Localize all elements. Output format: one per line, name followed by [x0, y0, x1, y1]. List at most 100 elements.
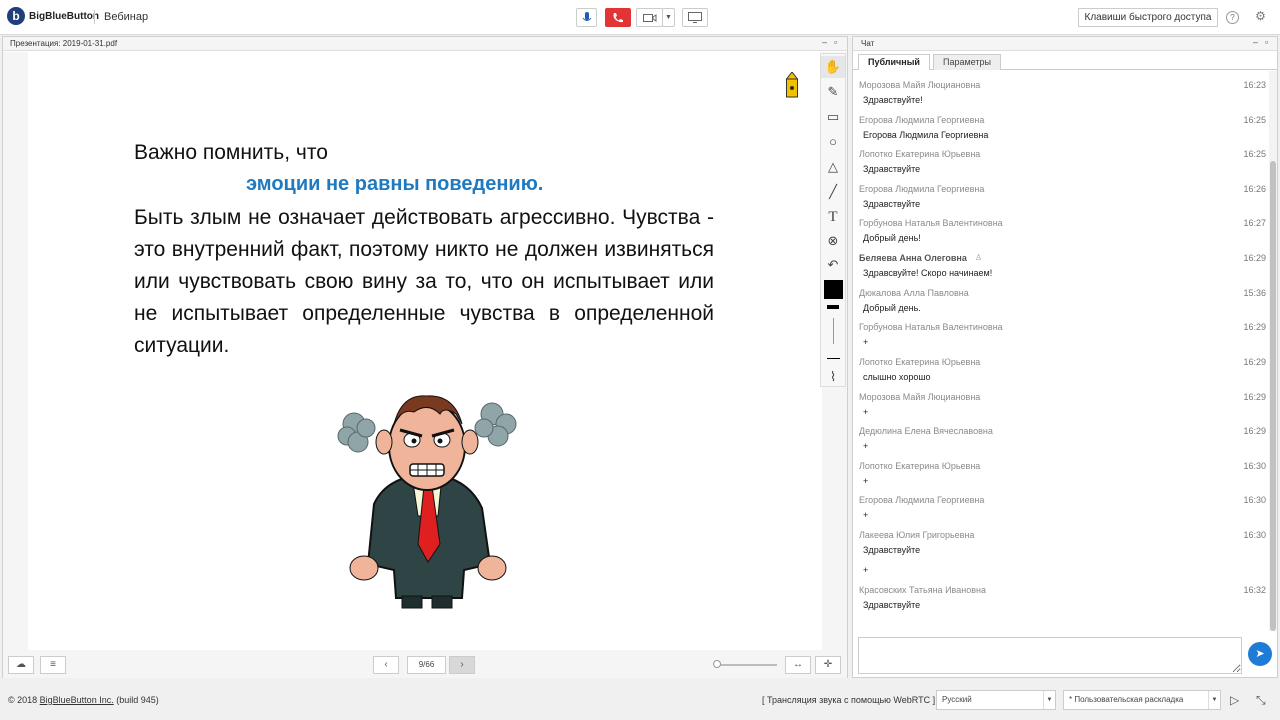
chat-message-input[interactable]	[858, 637, 1242, 674]
brand-name: BigBlueButton	[29, 11, 99, 22]
hangup-audio-button[interactable]	[605, 8, 631, 27]
message-time: 16:26	[1243, 184, 1266, 194]
slide-area: Важно помнить, что эмоции не равны повед…	[3, 52, 847, 650]
maximize-icon[interactable]: ▫	[1265, 37, 1268, 47]
camera-options-dropdown[interactable]: ▼	[662, 8, 675, 27]
language-select[interactable]: Русский ▼	[936, 690, 1056, 710]
desktop-icon	[688, 12, 702, 23]
tab-options[interactable]: Параметры	[933, 54, 1001, 70]
chevron-down-icon: ▼	[1043, 691, 1055, 709]
microphone-icon	[582, 12, 591, 21]
chat-title: Чат	[861, 39, 875, 48]
triangle-tool-icon[interactable]: △	[821, 156, 845, 178]
pencil-tool-icon[interactable]: ✎	[821, 81, 845, 103]
language-value: Русский	[942, 695, 972, 704]
tab-public[interactable]: Публичный	[858, 54, 930, 70]
slide-canvas[interactable]: Важно помнить, что эмоции не равны повед…	[28, 52, 822, 650]
presentation-title: Презентация: 2019-01-31.pdf	[10, 39, 118, 48]
maximize-icon[interactable]: ▫	[834, 37, 837, 47]
message-time: 16:29	[1243, 253, 1266, 263]
zoom-slider-knob[interactable]	[713, 660, 721, 668]
moderator-icon: ♙	[975, 253, 983, 262]
sender-name: Лопотко Екатерина Юрьевна	[859, 149, 981, 159]
fullscreen-icon[interactable]: ✛	[815, 656, 841, 674]
fit-width-icon[interactable]: ↔	[785, 656, 811, 674]
chat-tabs: Публичный Параметры	[853, 52, 1277, 70]
meeting-title: Вебинар	[104, 11, 149, 23]
chevron-down-icon: ▼	[665, 14, 672, 21]
thickness-slider[interactable]	[833, 318, 834, 344]
clear-annotations-icon[interactable]: ⊗	[821, 230, 845, 252]
camera-button[interactable]	[636, 8, 663, 27]
scrollbar-thumb[interactable]	[1270, 161, 1276, 631]
line-tool-icon[interactable]: ╱	[821, 181, 845, 203]
presentation-header: Презентация: 2019-01-31.pdf ‒ ▫	[3, 37, 847, 51]
layout-expand-icon[interactable]: ⤡	[1256, 693, 1266, 708]
next-slide-button[interactable]: ›	[449, 656, 475, 674]
screenshare-button[interactable]	[682, 8, 708, 27]
multi-user-whiteboard-icon[interactable]: ⌇	[821, 366, 845, 388]
ellipse-tool-icon[interactable]: ○	[821, 131, 845, 153]
message-time: 16:27	[1243, 218, 1266, 228]
help-icon[interactable]: ?	[1226, 11, 1239, 24]
presentation-footer: ☁ ≡ ‹ 9/66 › ↔ ✛	[3, 650, 847, 678]
message-time: 16:25	[1243, 149, 1266, 159]
phone-icon	[613, 13, 623, 23]
rectangle-tool-icon[interactable]: ▭	[821, 106, 845, 128]
color-swatch[interactable]	[824, 280, 843, 299]
undo-icon[interactable]: ↶	[821, 254, 845, 276]
message-text: +	[863, 441, 869, 451]
sender-name: Лопотко Екатерина Юрьевна	[859, 357, 981, 367]
message-text: +	[863, 510, 869, 520]
angry-man-illustration	[314, 384, 540, 616]
message-text: Здравсвуйте! Скоро начинаем!	[863, 268, 993, 278]
sender-name: Дедюлина Елена Вячеславовна	[859, 426, 993, 436]
page-indicator[interactable]: 9/66	[407, 656, 446, 674]
top-bar: b BigBlueButton Вебинар ▼ Клавиши быстро…	[0, 0, 1280, 35]
message-text: слышно хорошо	[863, 372, 931, 382]
sender-name: Морозова Майя Люциановна	[859, 80, 981, 90]
sender-name: Егорова Людмила Георгиевна	[859, 184, 985, 194]
previous-slide-button[interactable]: ‹	[373, 656, 399, 674]
upload-icon[interactable]: ☁	[8, 656, 34, 674]
layout-select[interactable]: * Пользовательская раскладка ▼	[1063, 690, 1221, 710]
layout-value: * Пользовательская раскладка	[1069, 695, 1184, 704]
sender-name: Егорова Людмила Георгиевна	[859, 115, 985, 125]
message-time: 16:23	[1243, 80, 1266, 90]
sender-name: Беляева Анна Олеговна	[859, 253, 967, 263]
company-link[interactable]: BigBlueButton Inc.	[40, 695, 114, 705]
message-time: 16:32	[1243, 585, 1266, 595]
message-text: Здравствуйте!	[863, 95, 923, 105]
chat-message-list: Морозова Майя Люциановна 16:23 Здравствуйт…	[853, 71, 1269, 631]
text-tool-icon[interactable]: T	[821, 206, 845, 228]
message-text: Добрый день.	[863, 303, 921, 313]
zoom-slider[interactable]	[717, 664, 777, 666]
sender-name: Лакеева Юлия Григорьевна	[859, 530, 975, 540]
apply-layout-icon[interactable]: ▷	[1230, 693, 1239, 707]
copyright: © 2018 BigBlueButton Inc. (build 945)	[8, 695, 159, 705]
gear-icon[interactable]: ⚙	[1254, 10, 1267, 24]
chat-scrollbar[interactable]	[1269, 71, 1277, 631]
audio-status: [ Трансляция звука с помощью WebRTC ]	[762, 695, 936, 705]
microphone-button[interactable]	[576, 8, 597, 27]
minimize-icon[interactable]: ‒	[822, 37, 827, 47]
camera-icon	[642, 14, 656, 22]
minimize-icon[interactable]: ‒	[1253, 37, 1258, 47]
sender-name: Морозова Майя Люциановна	[859, 392, 981, 402]
message-text: Добрый день!	[863, 233, 921, 243]
slide-emphasis: эмоции не равны поведению.	[246, 173, 544, 195]
send-button[interactable]: ➤	[1248, 642, 1272, 666]
hand-tool-icon[interactable]: ✋	[821, 56, 845, 78]
menu-icon[interactable]: ≡	[40, 656, 66, 674]
bigbluebutton-logo-icon: b	[7, 7, 25, 25]
message-time: 15:36	[1243, 288, 1266, 298]
hotkeys-button[interactable]: Клавиши быстрого доступа	[1078, 8, 1218, 27]
chat-panel: Чат ‒ ▫ Публичный Параметры Морозова Май…	[852, 36, 1278, 678]
send-icon: ➤	[1255, 648, 1265, 660]
message-text: +	[863, 476, 869, 486]
message-time: 16:30	[1243, 495, 1266, 505]
message-text: +	[863, 407, 869, 417]
build-info: (build 945)	[113, 695, 159, 705]
sender-name: Красовских Татьяна Ивановна	[859, 585, 986, 595]
message-text: Здравствуйте	[863, 199, 921, 209]
